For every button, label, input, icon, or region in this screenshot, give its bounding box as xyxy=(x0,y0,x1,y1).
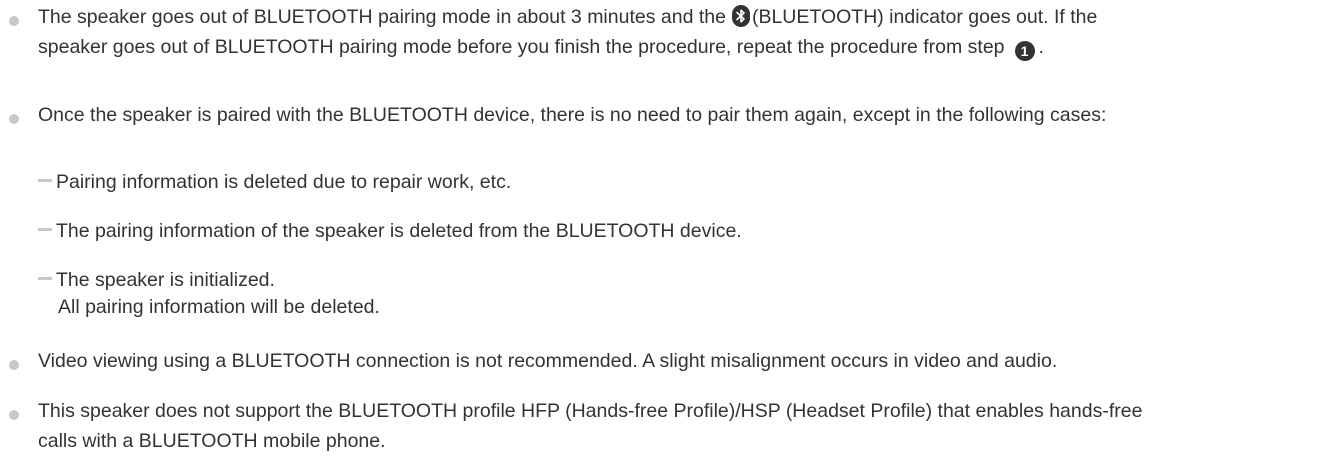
case-text: The speaker is initialized. xyxy=(56,269,275,291)
case-text: Pairing information is deleted due to re… xyxy=(56,171,512,193)
case-detail-text: All pairing information will be deleted. xyxy=(58,296,380,318)
dash-icon xyxy=(38,277,52,281)
note-text-line2-start: speaker goes out of BLUETOOTH pairing mo… xyxy=(38,36,1005,58)
note-text: Once the speaker is paired with the BLUE… xyxy=(38,104,1107,126)
case-detail: All pairing information will be deleted. xyxy=(58,292,1316,322)
note-text: Video viewing using a BLUETOOTH connecti… xyxy=(38,350,1058,372)
note-text-continued: calls with a BLUETOOTH mobile phone. xyxy=(38,430,386,452)
dash-icon xyxy=(38,228,52,232)
note-text-line1-start: The speaker goes out of BLUETOOTH pairin… xyxy=(38,6,726,28)
case-item: The pairing information of the speaker i… xyxy=(38,216,1316,246)
note-text-line2-end: . xyxy=(1038,36,1044,58)
note-text-line1-end: (BLUETOOTH) indicator goes out. If the xyxy=(751,6,1098,28)
note-text: The speaker goes out of BLUETOOTH pairin… xyxy=(38,2,1316,32)
note-text: This speaker does not support the BLUETO… xyxy=(38,400,1143,422)
bullet-icon xyxy=(9,16,19,26)
bullet-icon xyxy=(9,410,19,420)
case-item: The speaker is initialized. xyxy=(38,265,1316,295)
case-text: The pairing information of the speaker i… xyxy=(56,220,742,242)
bullet-icon xyxy=(9,360,19,370)
case-item: Pairing information is deleted due to re… xyxy=(38,167,1316,197)
bullet-icon xyxy=(9,114,19,124)
bluetooth-icon xyxy=(731,5,750,27)
dash-icon xyxy=(38,179,52,183)
step-number-icon: 1 xyxy=(1014,41,1035,61)
note-text-continued: speaker goes out of BLUETOOTH pairing mo… xyxy=(38,32,1316,62)
